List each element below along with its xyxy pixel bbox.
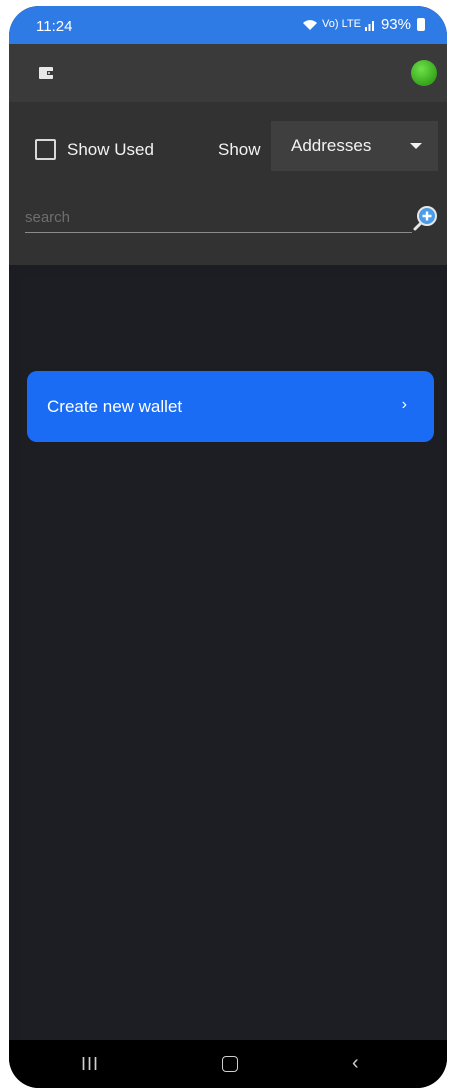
show-used-checkbox[interactable]	[35, 139, 56, 160]
battery-icon	[417, 18, 425, 31]
create-new-wallet-label: Create new wallet	[47, 396, 183, 416]
show-used-label: Show Used	[67, 139, 154, 159]
system-nav-bar: III ‹	[9, 1040, 447, 1088]
show-type-selected: Addresses	[291, 136, 372, 155]
recents-button[interactable]: III	[81, 1054, 99, 1075]
chevron-right-icon: ›	[401, 396, 407, 413]
wallet-icon[interactable]	[39, 67, 53, 79]
caret-down-icon	[410, 143, 422, 149]
status-time: 11:24	[36, 18, 73, 35]
show-label: Show	[218, 140, 261, 159]
phone-screen: 11:24 Vo) LTE 93% Show Used Show Address…	[9, 6, 447, 1088]
battery-percent: 93%	[380, 16, 411, 33]
home-button[interactable]	[222, 1056, 238, 1072]
signal-icon	[364, 20, 374, 31]
search-add-icon[interactable]	[411, 204, 439, 232]
show-used-toggle[interactable]: Show Used	[35, 139, 154, 160]
status-bar: 11:24 Vo) LTE 93%	[9, 6, 447, 44]
search-input[interactable]	[25, 202, 412, 233]
create-new-wallet-button[interactable]: Create new wallet ›	[27, 371, 434, 442]
lte-icon: Vo) LTE	[322, 18, 361, 30]
wifi-icon	[303, 19, 318, 30]
app-bar	[9, 44, 447, 102]
status-indicators: Vo) LTE 93%	[302, 16, 425, 33]
filter-panel: Show Used Show Addresses	[9, 102, 447, 265]
show-type-dropdown[interactable]: Addresses	[271, 121, 438, 171]
back-button[interactable]: ‹	[352, 1052, 359, 1075]
connection-status-icon	[411, 60, 437, 86]
